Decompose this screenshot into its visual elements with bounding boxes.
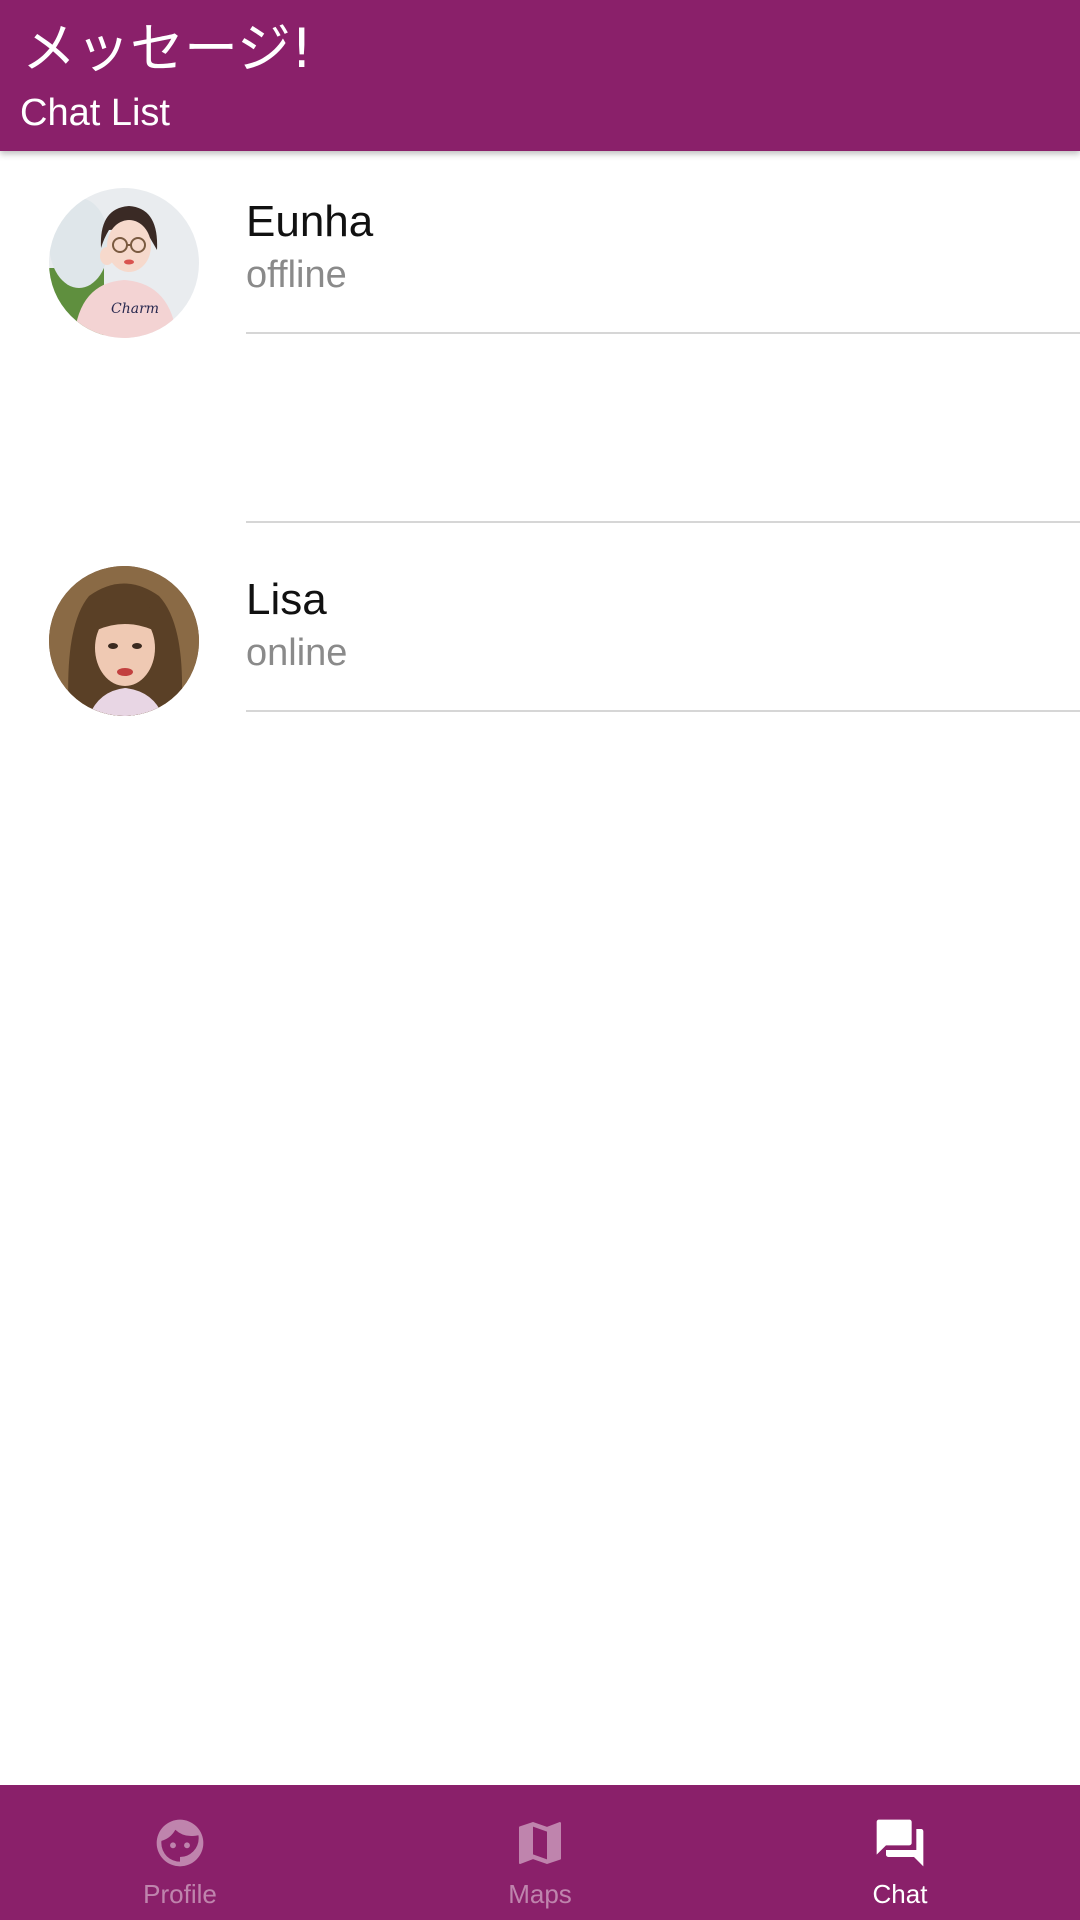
forum-icon [876, 1819, 924, 1867]
chat-row-eunha[interactable]: Charm Eunha offline [0, 151, 1080, 341]
nav-label: Profile [143, 1879, 217, 1909]
row-divider [246, 521, 1080, 523]
chat-name: Eunha [246, 197, 374, 246]
chat-row-lisa[interactable]: Lisa online [0, 529, 1080, 719]
bottom-navigation: Profile Maps Chat [0, 1785, 1080, 1920]
app-title: メッセージ! [22, 17, 313, 80]
avatar-photo: Charm [49, 188, 199, 338]
nav-label: Chat [872, 1879, 928, 1909]
face-icon [156, 1819, 204, 1867]
avatar [49, 566, 199, 716]
nav-item-profile[interactable]: Profile [0, 1785, 360, 1920]
svg-text:Charm: Charm [111, 301, 159, 317]
app-subtitle: Chat List [20, 92, 170, 134]
avatar-photo [49, 566, 199, 716]
row-divider [246, 332, 1080, 334]
chat-row-empty[interactable] [0, 341, 1080, 531]
map-icon [519, 1822, 561, 1864]
avatar: Charm [49, 188, 199, 338]
row-divider [246, 710, 1080, 712]
nav-label: Maps [508, 1879, 572, 1909]
app-bar: メッセージ! Chat List [0, 0, 1080, 151]
chat-list-screen: メッセージ! Chat List Charm Eunha offline Lis… [0, 0, 1080, 1920]
chat-status: online [246, 632, 348, 674]
chat-status: offline [246, 254, 347, 296]
nav-item-maps[interactable]: Maps [360, 1785, 720, 1920]
nav-item-chat[interactable]: Chat [720, 1785, 1080, 1920]
chat-name: Lisa [246, 575, 327, 624]
